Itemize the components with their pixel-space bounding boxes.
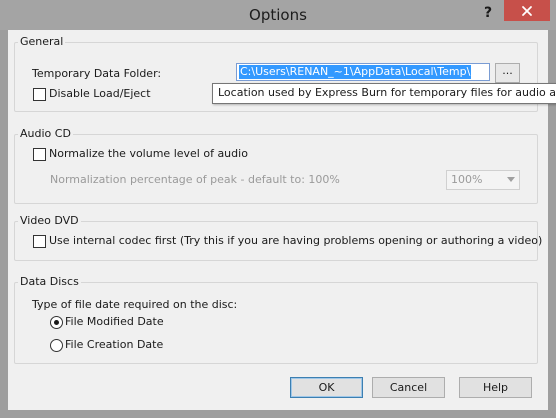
chevron-down-icon	[507, 177, 515, 182]
cancel-button[interactable]: Cancel	[372, 377, 445, 398]
dialog-body: General Temporary Data Folder: C:\Users\…	[8, 30, 556, 410]
close-button[interactable]	[504, 0, 550, 21]
normalization-percentage-value: 100%	[451, 173, 483, 186]
file-creation-date-radio[interactable]	[50, 339, 63, 352]
temp-folder-value: C:\Users\RENAN_~1\AppData\Local\Temp\	[239, 65, 472, 79]
options-dialog: Options ? General Temporary Data Folder:…	[0, 0, 556, 418]
browse-button[interactable]: ...	[495, 63, 520, 83]
internal-codec-checkbox[interactable]	[33, 235, 46, 248]
audio-cd-group: Audio CD	[14, 127, 538, 204]
normalization-percentage-label: Normalization percentage of peak - defau…	[50, 173, 340, 186]
help-button[interactable]: Help	[459, 377, 532, 398]
file-modified-date-radio[interactable]	[50, 316, 63, 329]
close-icon	[522, 5, 532, 16]
file-modified-date-label[interactable]: File Modified Date	[65, 315, 164, 329]
normalization-percentage-select[interactable]: 100%	[446, 170, 520, 190]
audio-cd-group-label: Audio CD	[18, 127, 73, 141]
data-discs-group-label: Data Discs	[18, 275, 81, 289]
normalize-label[interactable]: Normalize the volume level of audio	[49, 147, 248, 161]
title-bar[interactable]: Options ?	[0, 0, 556, 30]
window-title: Options	[249, 6, 307, 24]
file-date-prompt: Type of file date required on the disc:	[32, 298, 238, 311]
temp-folder-tooltip: Location used by Express Burn for tempor…	[212, 83, 556, 104]
disable-load-eject-label[interactable]: Disable Load/Eject	[49, 87, 151, 101]
file-creation-date-label[interactable]: File Creation Date	[65, 338, 163, 352]
help-icon[interactable]: ?	[478, 2, 498, 24]
general-group-label: General	[18, 35, 66, 49]
temp-folder-label: Temporary Data Folder:	[32, 67, 162, 80]
temp-folder-input[interactable]: C:\Users\RENAN_~1\AppData\Local\Temp\	[236, 63, 490, 81]
normalize-checkbox[interactable]	[33, 148, 46, 161]
ok-button[interactable]: OK	[290, 377, 363, 398]
disable-load-eject-checkbox[interactable]	[33, 88, 46, 101]
video-dvd-group-label: Video DVD	[18, 214, 81, 228]
radio-selected-dot	[54, 320, 59, 325]
internal-codec-label[interactable]: Use internal codec first (Try this if yo…	[49, 234, 542, 248]
